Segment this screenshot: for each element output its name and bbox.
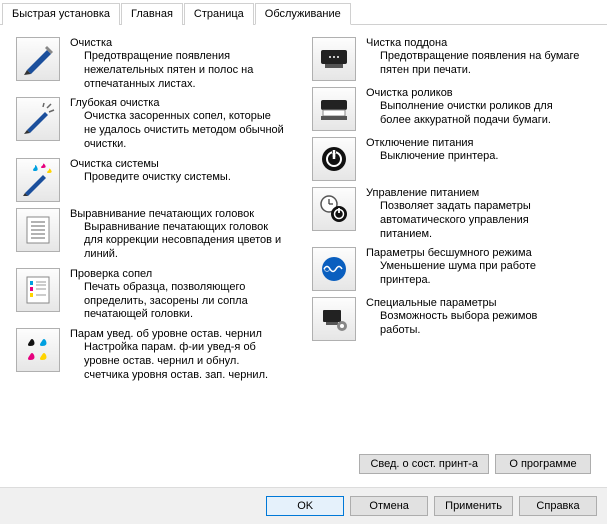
cleaning-button[interactable] [16,37,60,81]
cancel-button[interactable]: Отмена [350,496,428,516]
item-head-alignment: Выравнивание печатающих головок Выравнив… [16,208,284,262]
item-power-off: Отключение питания Выключение принтера. [312,137,580,181]
ok-button[interactable]: OK [266,496,344,516]
roller-cleaning-button[interactable] [312,87,356,131]
ink-notification-button[interactable] [16,328,60,372]
about-button[interactable]: О программе [495,454,591,474]
item-roller-cleaning: Очистка роликов Выполнение очистки ролик… [312,87,580,131]
item-bottom-plate-clean: Чистка поддона Предотвращение появления … [312,37,580,81]
item-title: Чистка поддона [366,37,580,49]
item-desc: Предотвращение появления на бумаге пятен… [366,50,580,78]
item-title: Отключение питания [366,137,498,149]
item-desc: Предотвращение появления нежелательных п… [70,50,284,91]
item-cleaning: Очистка Предотвращение появления нежелат… [16,37,284,91]
apply-button[interactable]: Применить [434,496,513,516]
right-column: Чистка поддона Предотвращение появления … [312,37,580,382]
bottom-plate-button[interactable] [312,37,356,81]
alignment-sheet-icon [21,213,55,247]
auto-power-button[interactable] [312,187,356,231]
pen-clean-icon [21,42,55,76]
power-off-button[interactable] [312,137,356,181]
system-cleaning-button[interactable] [16,158,60,202]
item-title: Проверка сопел [70,268,284,280]
printer-gear-icon [317,302,351,336]
item-ink-notification: Парам увед. об уровне остав. чернил Наст… [16,328,284,382]
item-desc: Уменьшение шума при работе принтера. [366,260,580,288]
item-desc: Печать образца, позволяющего определить,… [70,281,284,322]
item-desc: Настройка парам. ф-ии увед-я об уровне о… [70,341,284,382]
item-title: Выравнивание печатающих головок [70,208,284,220]
item-title: Управление питанием [366,187,580,199]
item-desc: Выравнивание печатающих головок для корр… [70,221,284,262]
item-title: Очистка [70,37,284,49]
sound-wave-icon [317,252,351,286]
power-icon [317,142,351,176]
printer-clean-icon [317,42,351,76]
item-nozzle-check: Проверка сопел Печать образца, позволяющ… [16,268,284,322]
item-desc: Позволяет задать параметры автоматическо… [366,200,580,241]
maintenance-panel: Очистка Предотвращение появления нежелат… [0,25,607,392]
item-desc: Очистка засоренных сопел, которые не уда… [70,110,284,151]
tab-maintenance[interactable]: Обслуживание [255,3,351,25]
printer-status-button[interactable]: Свед. о сост. принт-а [359,454,489,474]
ink-drops-icon [21,333,55,367]
tab-main[interactable]: Главная [121,3,183,25]
help-button[interactable]: Справка [519,496,597,516]
item-quiet-mode: Параметры бесшумного режима Уменьшение ш… [312,247,580,291]
item-title: Очистка системы [70,158,231,170]
roller-icon [317,92,351,126]
item-desc: Выполнение очистки роликов для более акк… [366,100,580,128]
nozzle-pattern-icon [21,273,55,307]
nozzle-check-button[interactable] [16,268,60,312]
quiet-mode-button[interactable] [312,247,356,291]
tab-bar: Быстрая установка Главная Страница Обслу… [0,0,607,25]
head-alignment-button[interactable] [16,208,60,252]
item-desc: Выключение принтера. [366,150,498,164]
tab-quick-setup[interactable]: Быстрая установка [2,3,120,25]
left-column: Очистка Предотвращение появления нежелат… [16,37,284,382]
item-title: Специальные параметры [366,297,580,309]
item-title: Парам увед. об уровне остав. чернил [70,328,284,340]
custom-settings-button[interactable] [312,297,356,341]
item-system-cleaning: Очистка системы Проведите очистку систем… [16,158,284,202]
tab-page[interactable]: Страница [184,3,254,25]
item-title: Очистка роликов [366,87,580,99]
pen-rays-icon [21,102,55,136]
item-desc: Возможность выбора режимов работы. [366,310,580,338]
pen-drops-icon [21,163,55,197]
item-auto-power: Управление питанием Позволяет задать пар… [312,187,580,241]
item-deep-cleaning: Глубокая очистка Очистка засоренных сопе… [16,97,284,151]
item-title: Глубокая очистка [70,97,284,109]
item-title: Параметры бесшумного режима [366,247,580,259]
clock-power-icon [317,192,351,226]
dialog-footer: OK Отмена Применить Справка [0,487,607,524]
info-buttons: Свед. о сост. принт-а О программе [359,454,591,474]
item-desc: Проведите очистку системы. [70,171,231,185]
deep-cleaning-button[interactable] [16,97,60,141]
item-custom-settings: Специальные параметры Возможность выбора… [312,297,580,341]
